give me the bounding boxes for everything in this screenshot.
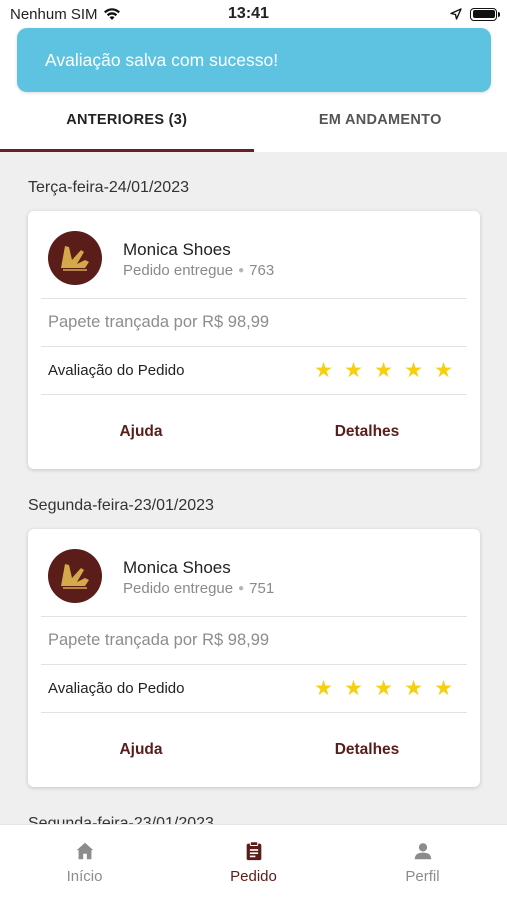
star-icon[interactable]: ★: [434, 678, 453, 699]
clipboard-icon: [246, 841, 261, 861]
order-item-text: Papete trançada por R$ 98,99: [48, 313, 270, 331]
order-status: Pedido entregue: [123, 262, 234, 279]
star-icon[interactable]: ★: [404, 678, 423, 699]
rating-label: Avaliação do Pedido: [48, 680, 185, 697]
order-status-line: Pedido entregue ● 763: [123, 262, 274, 279]
order-status: Pedido entregue: [123, 580, 234, 597]
orders-list[interactable]: Terça-feira-24/01/2023 Monica Shoes Pedi…: [0, 152, 507, 824]
star-icon[interactable]: ★: [314, 360, 333, 381]
order-item-text: Papete trançada por R$ 98,99: [48, 631, 270, 649]
star-icon[interactable]: ★: [404, 360, 423, 381]
star-icon[interactable]: ★: [434, 360, 453, 381]
battery-icon: [470, 7, 500, 21]
order-card-header: Monica Shoes Pedido entregue ● 751: [41, 529, 467, 617]
store-logo: [48, 231, 102, 285]
help-button[interactable]: Ajuda: [28, 423, 254, 441]
order-item: Papete trançada por R$ 98,99: [41, 299, 467, 347]
shoe-logo-icon: [61, 564, 89, 589]
star-icon[interactable]: ★: [374, 360, 393, 381]
person-icon: [414, 843, 431, 860]
rating-label: Avaliação do Pedido: [48, 362, 185, 379]
order-card-header: Monica Shoes Pedido entregue ● 763: [41, 211, 467, 299]
order-date: Segunda-feira-23/01/2023: [28, 815, 214, 824]
order-actions: Ajuda Detalhes: [28, 395, 480, 469]
order-card: Monica Shoes Pedido entregue ● 751 Papet…: [28, 529, 480, 787]
store-name: Monica Shoes: [123, 240, 231, 259]
order-item: Papete trançada por R$ 98,99: [41, 617, 467, 665]
order-date: Segunda-feira-23/01/2023: [28, 497, 214, 514]
order-actions: Ajuda Detalhes: [28, 713, 480, 787]
store-name: Monica Shoes: [123, 558, 231, 577]
order-rating-row: Avaliação do Pedido ★ ★ ★ ★ ★: [41, 665, 467, 713]
order-date: Terça-feira-24/01/2023: [28, 179, 189, 196]
star-icon[interactable]: ★: [374, 678, 393, 699]
details-button[interactable]: Detalhes: [254, 741, 480, 759]
separator-dot: ●: [238, 583, 245, 594]
order-tabs: ANTERIORES (3) EM ANDAMENTO: [0, 87, 507, 152]
details-button[interactable]: Detalhes: [254, 423, 480, 441]
status-left: Nenhum SIM: [10, 6, 190, 23]
star-icon[interactable]: ★: [344, 678, 363, 699]
nav-label: Pedido: [230, 868, 277, 885]
order-rating-row: Avaliação do Pedido ★ ★ ★ ★ ★: [41, 347, 467, 395]
status-right: [317, 7, 500, 21]
tab-anteriores[interactable]: ANTERIORES (3): [0, 87, 254, 152]
location-arrow-icon: [450, 8, 462, 20]
carrier-label: Nenhum SIM: [10, 5, 98, 23]
shoe-logo-icon: [61, 246, 89, 271]
separator-dot: ●: [238, 265, 245, 276]
nav-item-inicio[interactable]: Início: [0, 825, 169, 900]
home-icon: [76, 842, 93, 860]
nav-label: Início: [66, 868, 103, 885]
rating-stars[interactable]: ★ ★ ★ ★ ★: [314, 360, 453, 381]
nav-item-pedido[interactable]: Pedido: [169, 825, 338, 900]
status-bar: Nenhum SIM 13:41: [0, 0, 507, 28]
tab-em-andamento[interactable]: EM ANDAMENTO: [254, 87, 507, 152]
order-number: 763: [249, 262, 275, 279]
star-icon[interactable]: ★: [314, 678, 333, 699]
order-number: 751: [249, 580, 275, 597]
nav-label: Perfil: [405, 868, 440, 885]
store-logo: [48, 549, 102, 603]
bottom-nav: Início Pedido Perfil: [0, 824, 507, 900]
order-card: Monica Shoes Pedido entregue ● 763 Papet…: [28, 211, 480, 469]
clock: 13:41: [228, 5, 269, 22]
toast-message: Avaliação salva com sucesso!: [45, 49, 279, 70]
star-icon[interactable]: ★: [344, 360, 363, 381]
help-button[interactable]: Ajuda: [28, 741, 254, 759]
success-toast: Avaliação salva com sucesso!: [17, 28, 491, 92]
rating-stars[interactable]: ★ ★ ★ ★ ★: [314, 678, 453, 699]
nav-item-perfil[interactable]: Perfil: [338, 825, 507, 900]
order-status-line: Pedido entregue ● 751: [123, 580, 274, 597]
wifi-icon: [103, 8, 120, 20]
